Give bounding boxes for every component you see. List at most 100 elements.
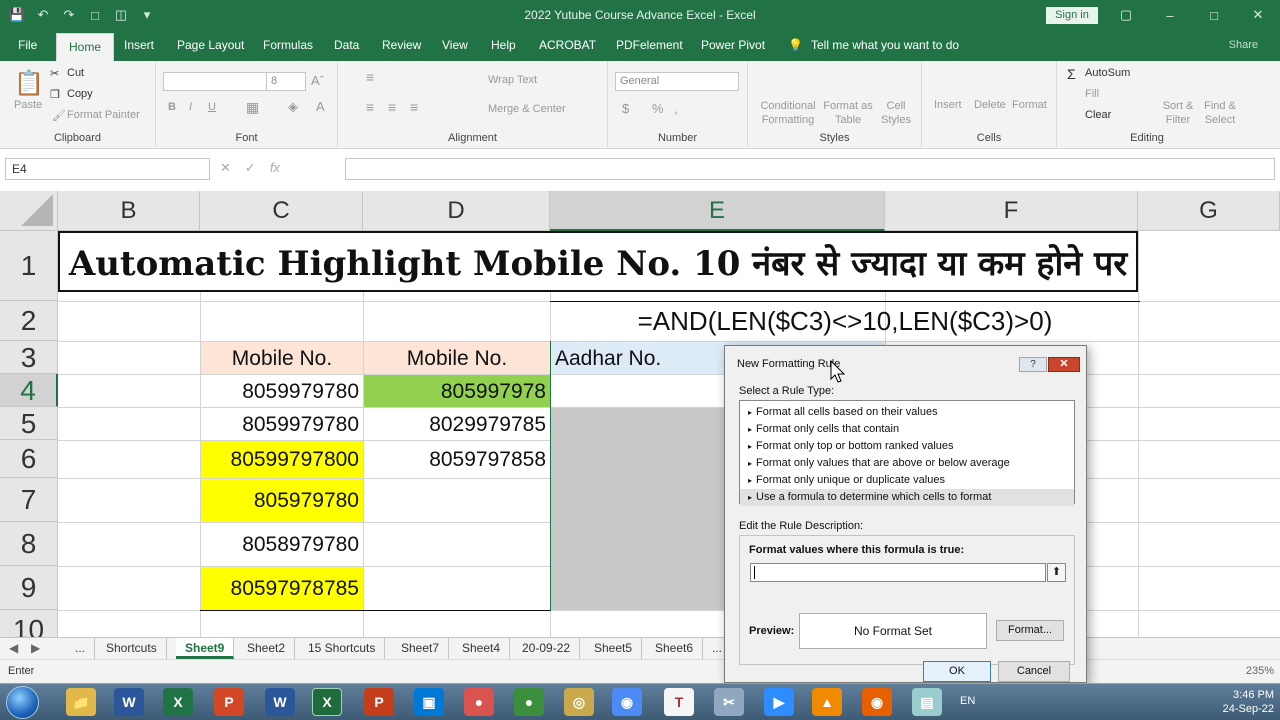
comma-icon[interactable]: , (674, 101, 678, 116)
tab-page-layout[interactable]: Page Layout (177, 38, 244, 52)
delete-cells-button[interactable]: Delete (974, 99, 1006, 111)
row-header-1[interactable]: 1 (0, 231, 58, 301)
column-header-g[interactable]: G (1138, 191, 1280, 231)
close-icon[interactable]: ✕ (1236, 0, 1280, 30)
cell-styles-button[interactable]: Cell Styles (876, 99, 916, 127)
column-header-e[interactable]: E (550, 191, 885, 231)
row-header-9[interactable]: 9 (0, 566, 58, 610)
sheet-tab-sheet6[interactable]: Sheet6 (646, 638, 704, 659)
cell-d6[interactable]: 8059797858 (364, 441, 550, 478)
ribbon-display-icon[interactable]: ▢ (1104, 0, 1148, 30)
percent-icon[interactable]: % (652, 101, 664, 116)
sheet-tab-sheet4[interactable]: Sheet4 (453, 638, 511, 659)
row-header-2[interactable]: 2 (0, 301, 58, 341)
borders-icon[interactable]: ▦ (246, 99, 259, 116)
help-button[interactable]: ? (1019, 357, 1047, 372)
paste-icon[interactable]: 📋 (14, 69, 44, 98)
start-button-icon[interactable] (6, 686, 39, 719)
format-as-table-button[interactable]: Format as Table (820, 99, 876, 127)
header-mobile-d[interactable]: Mobile No. (364, 342, 550, 374)
maximize-icon[interactable]: □ (1192, 0, 1236, 30)
minimize-icon[interactable]: – (1148, 0, 1192, 30)
formula-text-cell[interactable]: =AND(LEN($C3)<>10,LEN($C3)>0) (550, 301, 1140, 341)
find-select-button[interactable]: Find & Select (1202, 99, 1238, 127)
collapse-dialog-icon[interactable]: ⬆ (1047, 563, 1066, 582)
word-icon[interactable]: W (114, 688, 144, 716)
rule-type-item[interactable]: Format all cells based on their values (740, 404, 1074, 421)
font-name-box[interactable] (163, 72, 267, 91)
tab-pdfelement[interactable]: PDFelement (616, 38, 683, 52)
format-painter-button[interactable]: Format Painter (67, 109, 140, 121)
rule-type-item[interactable]: Format only cells that contain (740, 421, 1074, 438)
powerpoint-icon[interactable]: P (214, 688, 244, 716)
row-header-4[interactable]: 4 (0, 374, 58, 407)
align-top-icon[interactable]: ≡ (366, 69, 374, 85)
dialog-title-bar[interactable]: New Formatting Rule ? ✕ (725, 346, 1086, 380)
cell-d5[interactable]: 8029979785 (364, 408, 550, 440)
font-color-icon[interactable]: A (316, 99, 325, 114)
tab-home[interactable]: Home (56, 33, 115, 61)
cancel-button[interactable]: Cancel (998, 661, 1070, 682)
firefox-icon[interactable]: ◉ (862, 688, 892, 716)
zoom-icon[interactable]: ▶ (764, 688, 794, 716)
formula-input[interactable] (345, 158, 1275, 180)
snipping-tool-icon[interactable]: ✂ (714, 688, 744, 716)
insert-function-icon[interactable]: fx (270, 160, 280, 176)
align-right-icon[interactable]: ≡ (410, 99, 418, 115)
cell-c4[interactable]: 8059979780 (201, 375, 363, 407)
format-button[interactable]: Format... (996, 620, 1064, 641)
chrome-icon[interactable]: ◉ (612, 688, 642, 716)
tab-view[interactable]: View (442, 38, 468, 52)
share-button[interactable]: Share (1229, 39, 1258, 51)
number-format-box[interactable]: General (615, 72, 739, 91)
tab-power-pivot[interactable]: Power Pivot (701, 38, 765, 52)
confirm-entry-icon[interactable]: ✓ (245, 160, 256, 176)
underline-icon[interactable]: U (208, 101, 216, 113)
format-cells-button[interactable]: Format (1012, 99, 1047, 111)
cut-button[interactable]: Cut (67, 67, 84, 79)
cell-c8[interactable]: 8058979780 (201, 523, 363, 566)
excel-icon[interactable]: X (163, 688, 193, 716)
system-clock[interactable]: 3:46 PM 24-Sep-22 (1223, 688, 1274, 716)
align-center-icon[interactable]: ≡ (388, 99, 396, 115)
fill-color-icon[interactable]: ◈ (288, 99, 298, 115)
cell-c5[interactable]: 8059979780 (201, 408, 363, 440)
sign-in-button[interactable]: Sign in (1046, 7, 1098, 24)
merge-center-button[interactable]: Merge & Center (488, 103, 566, 115)
tab-file[interactable]: File (18, 38, 37, 52)
currency-icon[interactable]: $ (622, 101, 629, 116)
rule-type-item[interactable]: Format only values that are above or bel… (740, 455, 1074, 472)
rule-type-item[interactable]: Format only top or bottom ranked values (740, 438, 1074, 455)
tab-help[interactable]: Help (491, 38, 516, 52)
sheet-tab-sheet5[interactable]: Sheet5 (585, 638, 643, 659)
sheet-tab-shortcuts[interactable]: Shortcuts (97, 638, 167, 659)
rule-type-item[interactable]: Format only unique or duplicate values (740, 472, 1074, 489)
word-doc-icon[interactable]: W (265, 688, 295, 716)
sheet-tab-sheet2[interactable]: Sheet2 (238, 638, 296, 659)
dialog-close-button[interactable]: ✕ (1048, 357, 1080, 372)
tell-me-search[interactable]: Tell me what you want to do (811, 38, 959, 52)
bold-icon[interactable]: B (168, 101, 176, 113)
sheet-tab-more-left[interactable]: ... (66, 638, 96, 659)
copy-button[interactable]: Copy (67, 88, 93, 100)
row-header-6[interactable]: 6 (0, 440, 58, 478)
tab-acrobat[interactable]: ACROBAT (539, 38, 596, 52)
column-header-c[interactable]: C (200, 191, 363, 231)
insert-cells-button[interactable]: Insert (934, 99, 962, 111)
screen-recorder-icon[interactable]: ● (464, 688, 494, 716)
language-indicator[interactable]: EN (960, 695, 975, 707)
sheet-tab-20-09-22[interactable]: 20-09-22 (513, 638, 581, 659)
media-disc-icon[interactable]: ◎ (564, 688, 594, 716)
zoom-level[interactable]: 235% (1246, 665, 1274, 677)
column-header-d[interactable]: D (363, 191, 550, 231)
wrap-text-button[interactable]: Wrap Text (488, 74, 537, 86)
rule-formula-input[interactable] (750, 563, 1046, 582)
cell-c7[interactable]: 805979780 (201, 479, 363, 522)
vlc-icon[interactable]: ▲ (812, 688, 842, 716)
powerpoint-active-icon[interactable]: P (364, 688, 394, 716)
sheet-tab-15-shortcuts[interactable]: 15 Shortcuts (299, 638, 386, 659)
paste-button[interactable]: Paste (14, 99, 42, 111)
sheet-title-cell[interactable]: Automatic Highlight Mobile No. 10 नंबर स… (58, 231, 1138, 292)
font-size-box[interactable]: 8 (266, 72, 306, 91)
tab-insert[interactable]: Insert (124, 38, 154, 52)
